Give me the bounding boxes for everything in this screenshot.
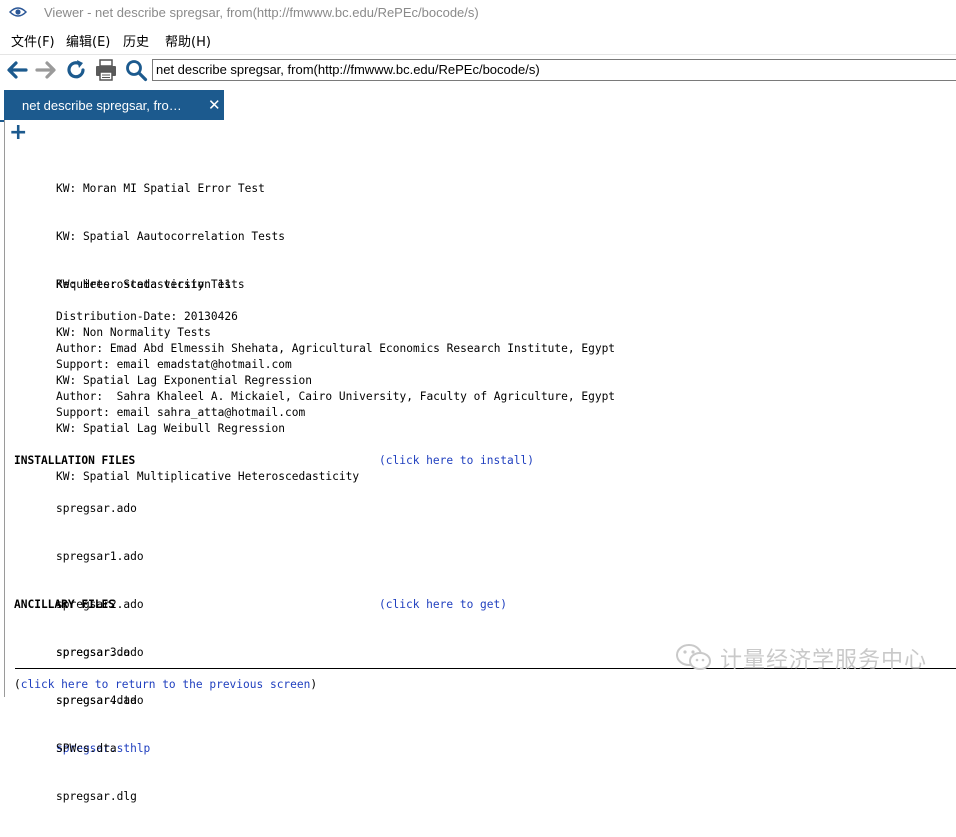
file-item: spregsar1.ado [56, 550, 144, 563]
distribution-date-line: Distribution-Date: 20130426 [56, 310, 238, 323]
ancillary-files-heading: ANCILLARY FILES [14, 598, 116, 611]
search-icon[interactable] [124, 58, 148, 82]
close-icon[interactable]: ✕ [208, 96, 221, 114]
keyword-line: KW: Spatial Lag Weibull Regression [56, 422, 286, 435]
tab-strip: net describe spregsar, fro… ✕ [0, 86, 956, 122]
back-arrow-icon[interactable] [5, 58, 29, 82]
keyword-line: KW: Moran MI Spatial Error Test [56, 182, 265, 195]
menu-bar: 文件(F) 编辑(E) 历史 帮助(H) [0, 28, 956, 52]
menu-history[interactable]: 历史 [123, 31, 149, 50]
title-bar: Viewer - net describe spregsar, from(htt… [0, 0, 956, 26]
install-link[interactable]: click here to install [386, 454, 527, 467]
toolbar: net describe spregsar, from(http://fmwww… [0, 54, 956, 87]
viewer-content: + KW: Moran MI Spatial Error Test KW: Sp… [4, 120, 956, 803]
installation-files-heading: INSTALLATION FILES [14, 454, 136, 467]
get-link-group: (click here to get) [379, 597, 507, 613]
paren-close: ) [527, 454, 534, 467]
ancillary-file-list: spregsar.do spregsar.dta SPWcs.dta [56, 613, 137, 789]
keyword-line: KW: Spatial Aautocorrelation Tests [56, 230, 286, 243]
install-link-group: (click here to install) [379, 453, 534, 469]
support-line: Support: email emadstat@hotmail.com [56, 358, 292, 371]
eye-icon [9, 7, 27, 17]
menu-file[interactable]: 文件(F) [11, 31, 55, 50]
watermark-text: 计量经济学服务中心 [720, 648, 928, 673]
author-line: Author: Emad Abd Elmessih Shehata, Agric… [56, 342, 616, 355]
file-item: spregsar.ado [56, 502, 137, 515]
support-line: Support: email sahra_atta@hotmail.com [56, 406, 306, 419]
wechat-icon [676, 644, 711, 670]
author-line: Author: Sahra Khaleel A. Mickaiel, Cairo… [56, 390, 616, 403]
tab-label: net describe spregsar, fro… [22, 98, 182, 113]
file-item: spregsar.dta [56, 694, 137, 707]
file-item: spregsar.dlg [56, 790, 137, 803]
refresh-icon[interactable] [64, 58, 88, 82]
get-link[interactable]: click here to get [386, 598, 501, 611]
print-icon[interactable] [94, 58, 118, 82]
paren-open: ( [379, 598, 386, 611]
menu-edit[interactable]: 编辑(E) [66, 31, 110, 50]
menu-help[interactable]: 帮助(H) [165, 31, 211, 50]
keyword-line: KW: Non Normality Tests [56, 326, 211, 339]
file-item: SPWcs.dta [56, 742, 117, 755]
paren-close: ) [310, 678, 318, 691]
address-input[interactable]: net describe spregsar, from(http://fmwww… [152, 59, 956, 81]
file-item: spregsar.do [56, 646, 131, 659]
window-title: Viewer - net describe spregsar, from(htt… [44, 5, 479, 20]
forward-arrow-icon[interactable] [34, 58, 58, 82]
return-link-group: (click here to return to the previous sc… [14, 677, 317, 693]
return-link[interactable]: click here to return to the previous scr… [21, 678, 311, 691]
paren-close: ) [500, 598, 508, 611]
new-tab-button[interactable]: + [9, 122, 27, 144]
paren-open: ( [14, 678, 21, 691]
requires-line: Requires: Stata version 11 [56, 278, 232, 291]
tab-net-describe[interactable]: net describe spregsar, fro… ✕ [4, 90, 224, 120]
keyword-line: KW: Spatial Lag Exponential Regression [56, 374, 312, 387]
paren-open: ( [379, 454, 386, 467]
